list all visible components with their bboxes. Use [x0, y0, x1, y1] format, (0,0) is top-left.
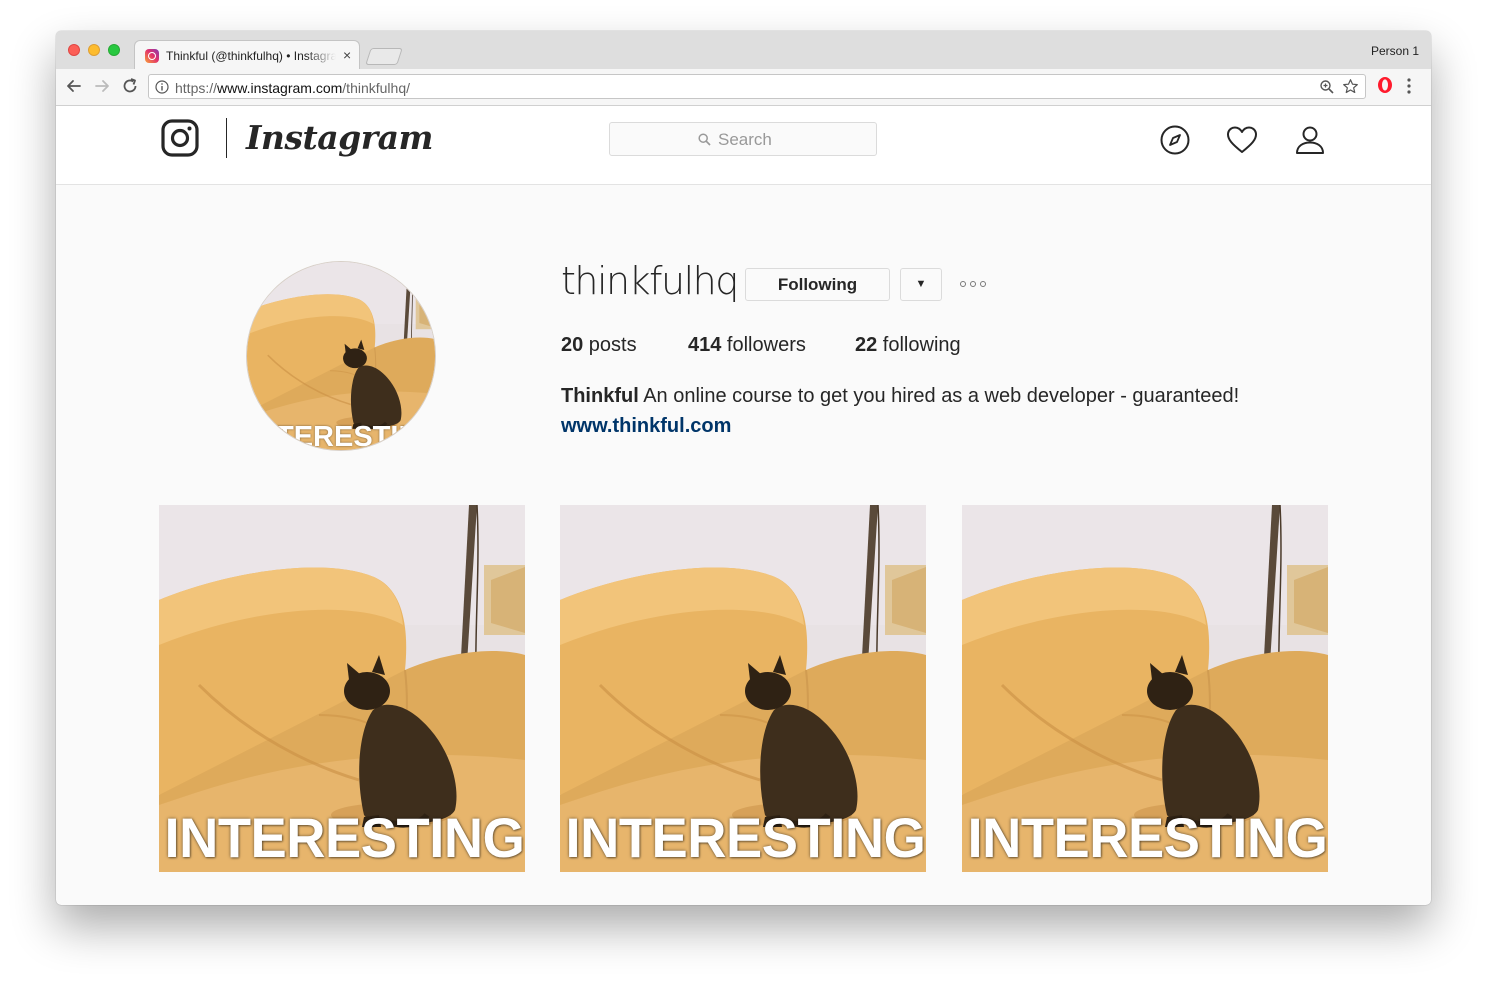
bio-text: An online course to get you hired as a w… [638, 385, 1240, 407]
suggestions-dropdown-button[interactable]: ▼ [900, 268, 942, 301]
logo-divider [226, 118, 227, 158]
instagram-camera-logo-icon[interactable] [161, 119, 199, 157]
tab-close-button[interactable]: × [343, 47, 351, 63]
url-text[interactable]: https://www.instagram.com/thinkfulhq/ [175, 80, 410, 96]
post-caption: INTERESTING [164, 806, 525, 869]
search-input[interactable]: Search [609, 122, 877, 156]
reload-icon[interactable] [120, 76, 140, 96]
profile-user-icon[interactable] [1294, 124, 1326, 156]
following-count[interactable]: 22 following [855, 334, 961, 357]
browser-toolbar: https://www.instagram.com/thinkfulhq/ [56, 69, 1431, 106]
address-bar[interactable]: https://www.instagram.com/thinkfulhq/ [148, 74, 1366, 99]
instagram-favicon-icon [145, 49, 159, 63]
forward-arrow-icon[interactable] [92, 76, 112, 96]
new-tab-button[interactable] [365, 48, 403, 65]
explore-compass-icon[interactable] [1159, 124, 1191, 156]
opera-extension-icon[interactable] [1377, 76, 1393, 94]
more-options-icon[interactable] [960, 281, 986, 287]
followers-count[interactable]: 414 followers [688, 334, 806, 357]
bookmark-star-icon[interactable] [1342, 78, 1359, 95]
tab-title: Thinkful (@thinkfulhq) • Instagram [166, 49, 336, 63]
browser-profile-button[interactable]: Person 1 [1371, 44, 1419, 58]
back-arrow-icon[interactable] [64, 76, 84, 96]
zoom-icon[interactable] [1319, 79, 1335, 95]
post-caption: INTERESTING [967, 806, 1328, 869]
instagram-wordmark-logo[interactable]: Instagram [246, 118, 433, 157]
minimize-window-button[interactable] [88, 44, 100, 56]
search-icon [698, 133, 711, 146]
activity-heart-icon[interactable] [1226, 124, 1258, 156]
profile-website-link[interactable]: www.thinkful.com [561, 415, 731, 438]
zoom-window-button[interactable] [108, 44, 120, 56]
posts-count: 20 posts [561, 334, 637, 356]
bio-full-name: Thinkful [561, 385, 639, 407]
close-window-button[interactable] [68, 44, 80, 56]
tab-bar: Thinkful (@thinkfulhq) • Instagram × Per… [56, 31, 1431, 70]
avatar-caption: INTERESTING [247, 421, 436, 451]
browser-tab-active[interactable]: Thinkful (@thinkfulhq) • Instagram × [134, 40, 360, 70]
post-thumbnail[interactable]: INTERESTING [159, 505, 525, 872]
instagram-header: Instagram Search [56, 106, 1431, 185]
post-caption: INTERESTING [565, 806, 926, 869]
browser-window: Thinkful (@thinkfulhq) • Instagram × Per… [56, 31, 1431, 905]
site-info-icon[interactable] [155, 80, 169, 94]
profile-username: thinkfulhq [561, 259, 739, 303]
profile-avatar[interactable]: INTERESTING [246, 261, 436, 451]
post-thumbnail[interactable]: INTERESTING [560, 505, 926, 872]
profile-bio: Thinkful An online course to get you hir… [561, 385, 1239, 408]
post-thumbnail[interactable]: INTERESTING [962, 505, 1328, 872]
following-button[interactable]: Following [745, 268, 890, 301]
browser-menu-icon[interactable] [1406, 77, 1412, 95]
search-placeholder: Search [718, 130, 772, 149]
